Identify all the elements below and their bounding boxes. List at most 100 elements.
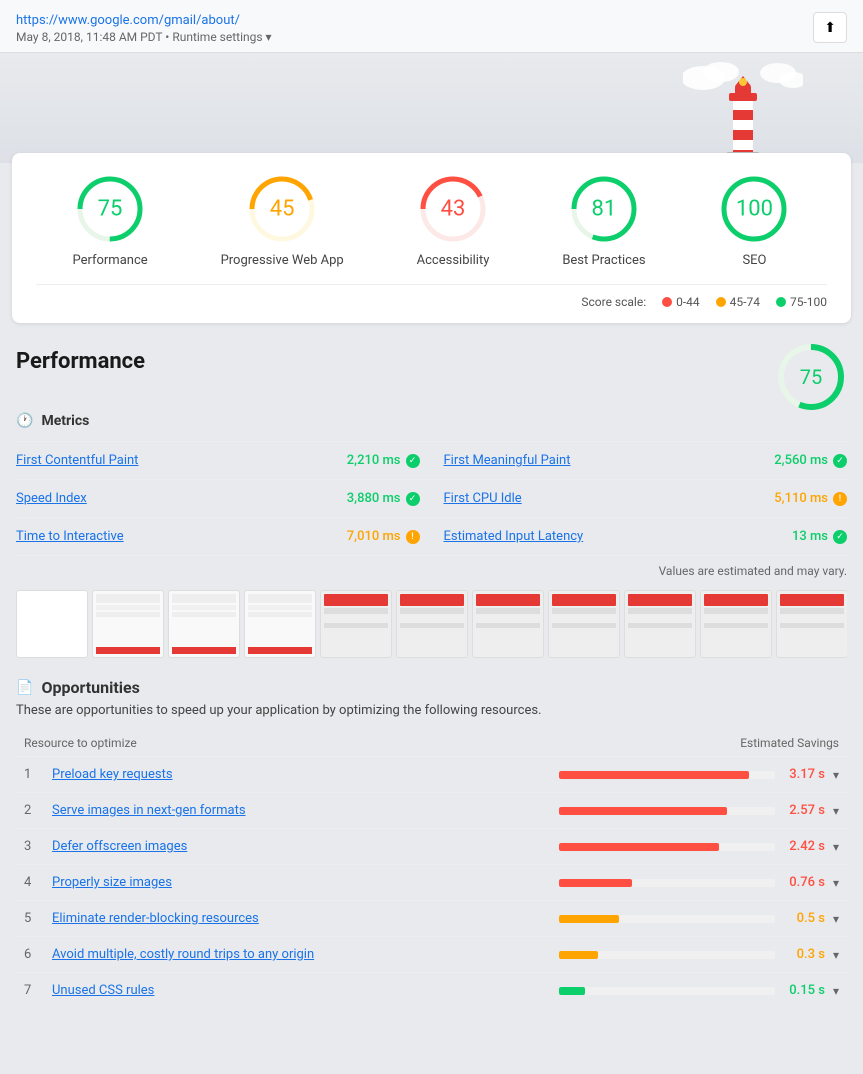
score-scale: Score scale: 0-44 45-74 75-100 <box>36 284 827 309</box>
opp-num: 4 <box>24 875 52 890</box>
score-number-performance: 75 <box>98 197 123 222</box>
opp-icon: 📄 <box>16 680 33 696</box>
metric-status-icon: ! <box>406 530 420 544</box>
metric-value: 7,010 ms ! <box>347 529 420 544</box>
filmstrip-frame <box>548 590 620 658</box>
opp-row: 3 Defer offscreen images 2.42 s ▾ <box>16 828 847 864</box>
scale-dot-green <box>776 297 786 307</box>
opp-bar <box>559 771 749 779</box>
scale-range-orange: 45-74 <box>730 295 760 309</box>
filmstrip-frame <box>700 590 772 658</box>
metric-name[interactable]: First CPU Idle <box>444 491 522 506</box>
metric-value: 2,560 ms ✓ <box>774 453 847 468</box>
opp-right: 0.15 s ▾ <box>559 983 839 998</box>
opp-header: 📄 Opportunities <box>16 678 847 697</box>
opp-saving: 2.42 s <box>783 839 825 854</box>
metric-name[interactable]: First Contentful Paint <box>16 453 138 468</box>
opp-bar-wrap <box>559 987 775 995</box>
metric-status-icon: ✓ <box>406 454 420 468</box>
opp-title: Opportunities <box>41 678 139 697</box>
metric-row: Time to Interactive 7,010 ms ! <box>16 518 432 556</box>
score-label-seo: SEO <box>742 253 766 268</box>
opp-name[interactable]: Unused CSS rules <box>52 983 559 998</box>
metrics-header: 🕐 Metrics <box>16 413 847 429</box>
opp-chevron-icon[interactable]: ▾ <box>833 876 839 890</box>
filmstrip-frame <box>396 590 468 658</box>
opp-name[interactable]: Properly size images <box>52 875 559 890</box>
metric-name[interactable]: First Meaningful Paint <box>444 453 571 468</box>
header-left: https://www.google.com/gmail/about/ May … <box>16 12 272 44</box>
opp-bar <box>559 843 719 851</box>
score-circle-accessibility: 43 <box>417 173 489 245</box>
metric-row: Speed Index 3,880 ms ✓ <box>16 480 432 518</box>
metric-name[interactable]: Estimated Input Latency <box>444 529 584 544</box>
score-item-pwa[interactable]: 45 Progressive Web App <box>221 173 344 268</box>
metric-row: Estimated Input Latency 13 ms ✓ <box>432 518 848 556</box>
opp-chevron-icon[interactable]: ▾ <box>833 912 839 926</box>
perf-score-number: 75 <box>800 365 822 389</box>
score-item-seo[interactable]: 100 SEO <box>718 173 790 268</box>
header-meta: May 8, 2018, 11:48 AM PDT • Runtime sett… <box>16 30 272 44</box>
opp-chevron-icon[interactable]: ▾ <box>833 948 839 962</box>
score-item-performance[interactable]: 75 Performance <box>72 173 147 268</box>
performance-section: Performance 75 🕐 Metrics First Contentfu… <box>16 333 847 578</box>
metric-name[interactable]: Speed Index <box>16 491 87 506</box>
score-item-accessibility[interactable]: 43 Accessibility <box>417 173 490 268</box>
metric-status-icon: ! <box>833 492 847 506</box>
opp-chevron-icon[interactable]: ▾ <box>833 984 839 998</box>
filmstrip-frame <box>472 590 544 658</box>
opp-saving: 0.3 s <box>783 947 825 962</box>
opp-row: 5 Eliminate render-blocking resources 0.… <box>16 900 847 936</box>
share-button[interactable]: ⬆ <box>813 12 847 43</box>
scores-card: 75 Performance 45 Progressive Web App 43… <box>12 153 851 323</box>
opp-right: 0.76 s ▾ <box>559 875 839 890</box>
opp-name[interactable]: Avoid multiple, costly round trips to an… <box>52 947 559 962</box>
score-number-best-practices: 81 <box>592 197 617 222</box>
metric-value: 3,880 ms ✓ <box>347 491 420 506</box>
opp-right: 2.57 s ▾ <box>559 803 839 818</box>
scale-dot-red <box>662 297 672 307</box>
score-item-best-practices[interactable]: 81 Best Practices <box>562 173 645 268</box>
opp-table-header: Resource to optimize Estimated Savings <box>16 730 847 756</box>
opp-bar-wrap <box>559 843 775 851</box>
score-label-best-practices: Best Practices <box>562 253 645 268</box>
score-number-seo: 100 <box>736 197 773 222</box>
opp-name[interactable]: Eliminate render-blocking resources <box>52 911 559 926</box>
page-url[interactable]: https://www.google.com/gmail/about/ <box>16 13 240 28</box>
performance-score-circle: 75 <box>775 341 847 413</box>
scale-red: 0-44 <box>662 295 700 309</box>
metric-name[interactable]: Time to Interactive <box>16 529 124 544</box>
opp-num: 1 <box>24 767 52 782</box>
opp-name[interactable]: Defer offscreen images <box>52 839 559 854</box>
opp-name[interactable]: Preload key requests <box>52 767 559 782</box>
filmstrip-frame <box>16 590 88 658</box>
metric-value: 5,110 ms ! <box>774 491 847 506</box>
opp-chevron-icon[interactable]: ▾ <box>833 804 839 818</box>
opp-desc: These are opportunities to speed up your… <box>16 703 847 718</box>
opp-bar-wrap <box>559 807 775 815</box>
page-header: https://www.google.com/gmail/about/ May … <box>0 0 863 53</box>
performance-title: Performance <box>16 349 145 374</box>
filmstrip-frame <box>776 590 847 658</box>
opp-bar <box>559 987 585 995</box>
metric-row: First Meaningful Paint 2,560 ms ✓ <box>432 442 848 480</box>
score-circle-best-practices: 81 <box>568 173 640 245</box>
metric-row: First CPU Idle 5,110 ms ! <box>432 480 848 518</box>
metric-value: 2,210 ms ✓ <box>347 453 420 468</box>
opp-saving: 0.76 s <box>783 875 825 890</box>
metric-row: First Contentful Paint 2,210 ms ✓ <box>16 442 432 480</box>
opp-row: 7 Unused CSS rules 0.15 s ▾ <box>16 972 847 1008</box>
opp-row: 2 Serve images in next-gen formats 2.57 … <box>16 792 847 828</box>
score-circle-performance: 75 <box>74 173 146 245</box>
opp-chevron-icon[interactable]: ▾ <box>833 840 839 854</box>
filmstrip-frame <box>244 590 316 658</box>
opp-num: 6 <box>24 947 52 962</box>
metrics-grid: First Contentful Paint 2,210 ms ✓ First … <box>16 441 847 556</box>
opp-name[interactable]: Serve images in next-gen formats <box>52 803 559 818</box>
scale-range-green: 75-100 <box>790 295 827 309</box>
score-label-pwa: Progressive Web App <box>221 253 344 268</box>
score-number-pwa: 45 <box>270 197 295 222</box>
opp-chevron-icon[interactable]: ▾ <box>833 768 839 782</box>
opp-num: 3 <box>24 839 52 854</box>
scale-range-red: 0-44 <box>676 295 700 309</box>
